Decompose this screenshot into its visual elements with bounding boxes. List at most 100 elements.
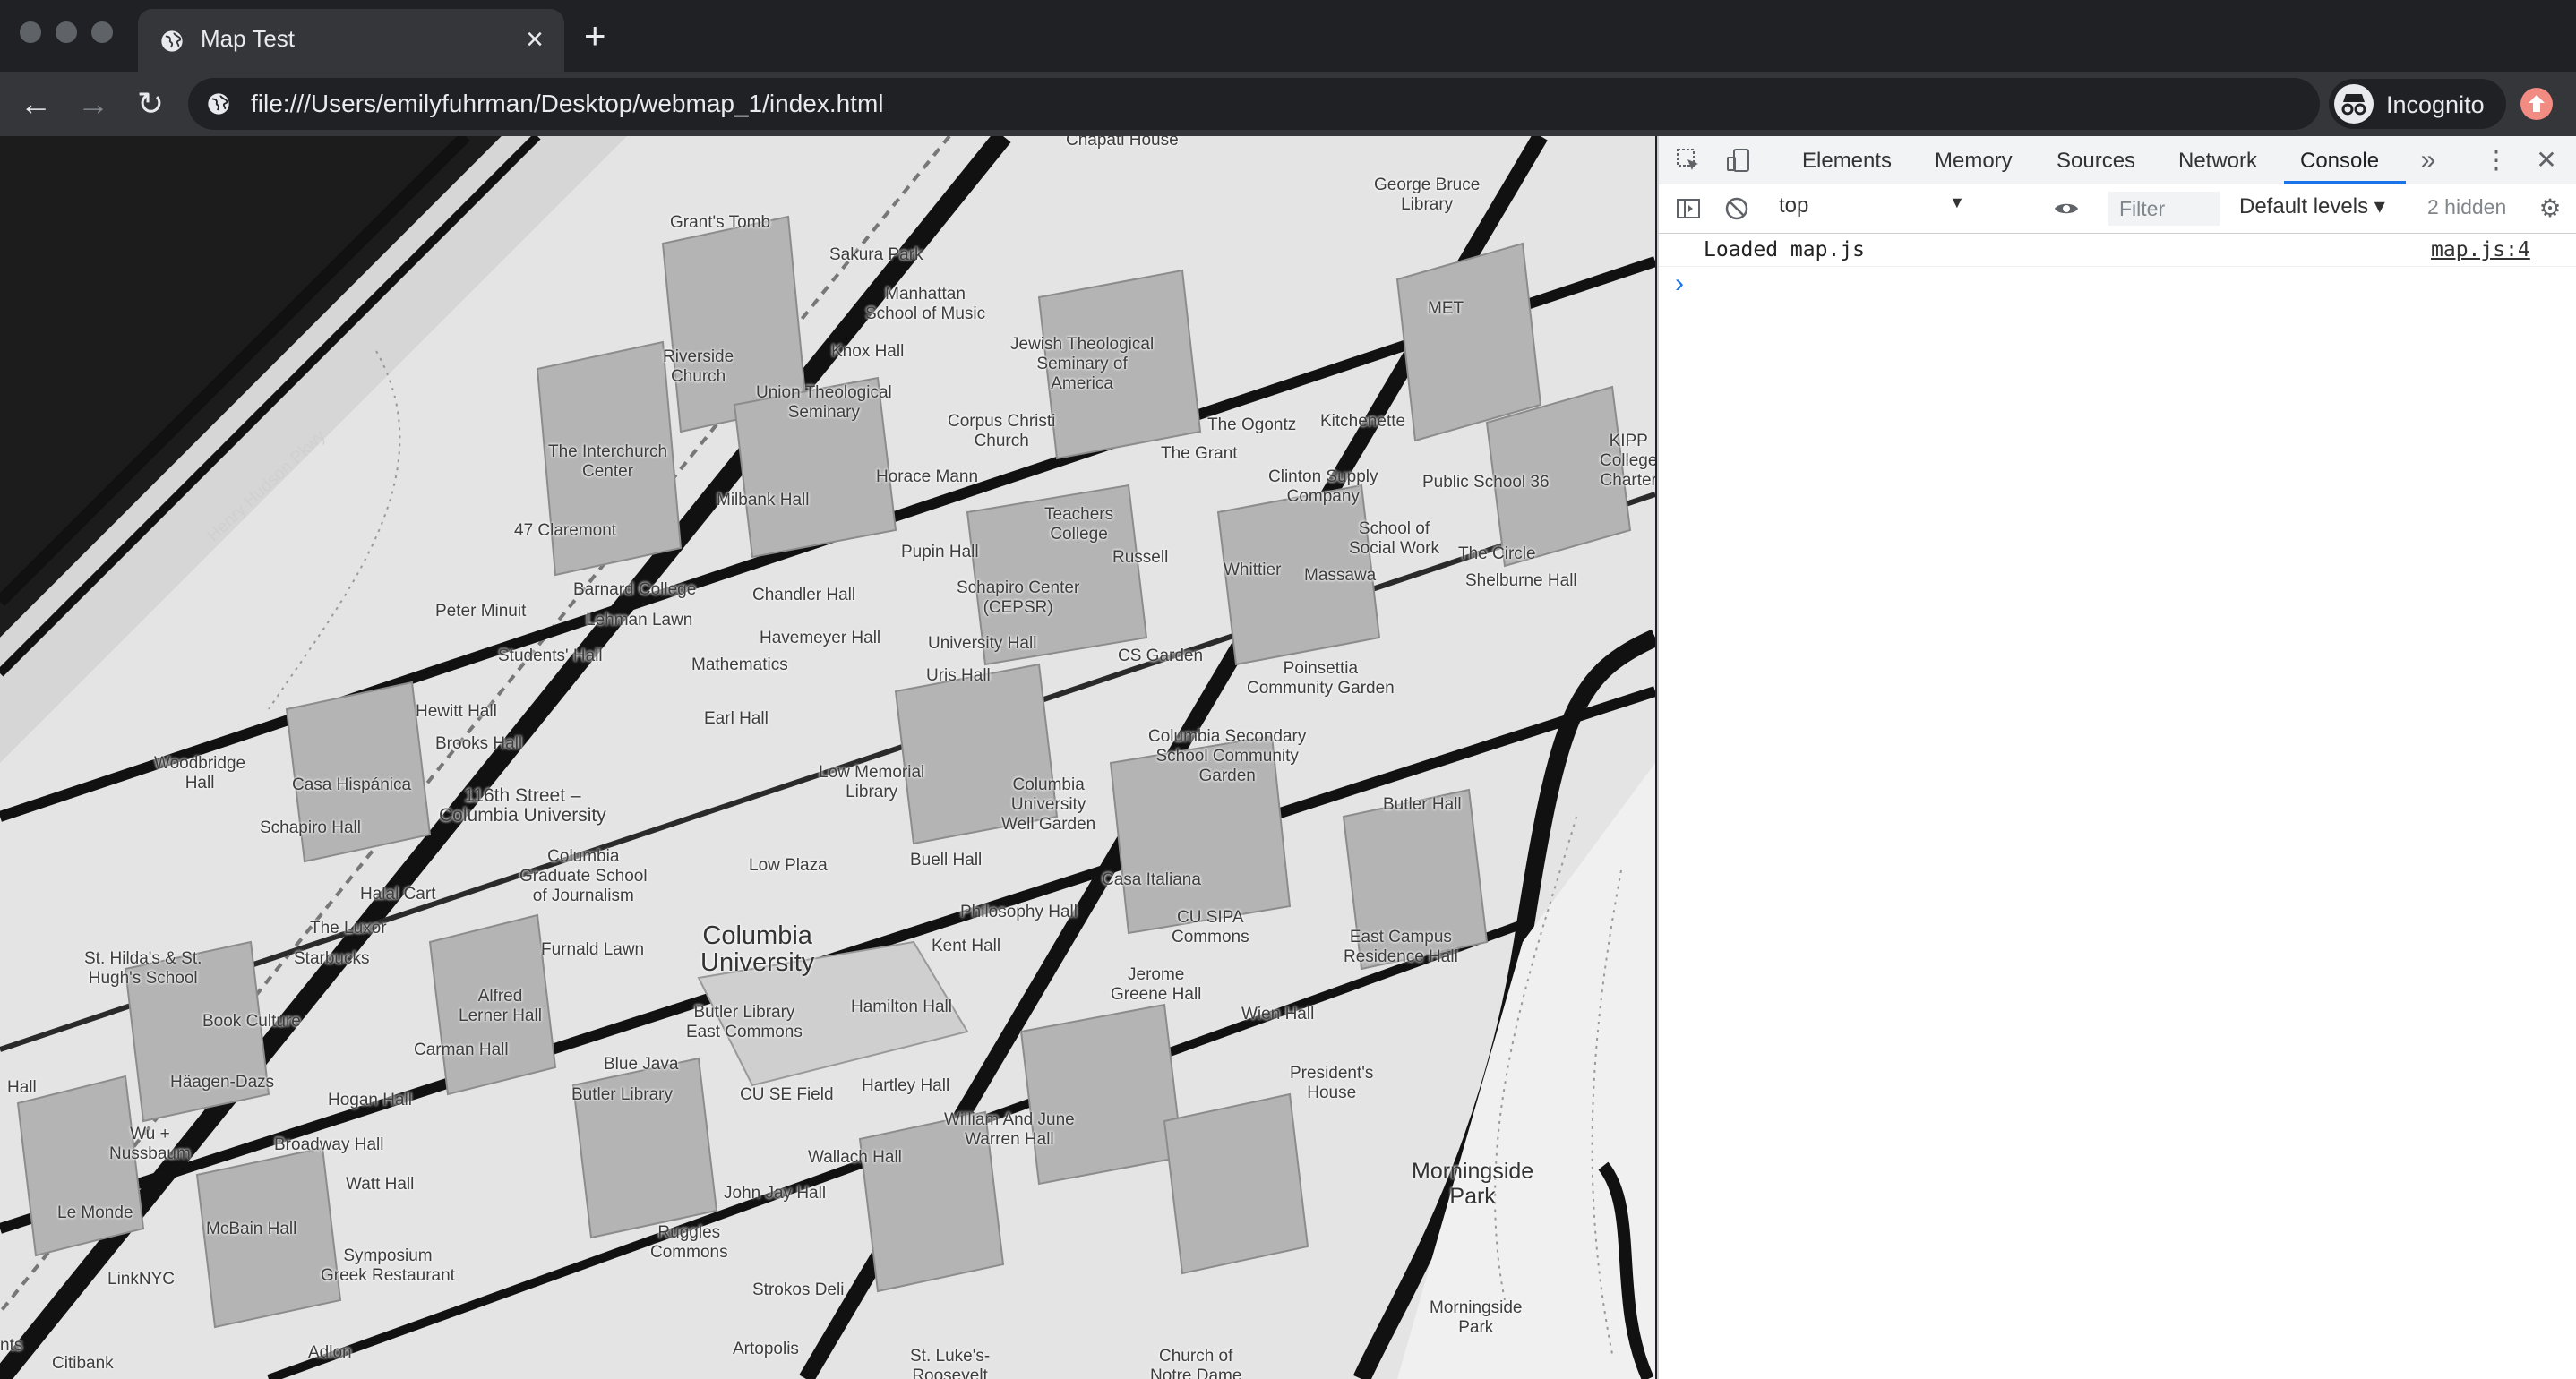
address-bar[interactable]: file:///Users/emilyfuhrman/Desktop/webma… — [188, 78, 2320, 130]
map-label: Whittier — [1224, 561, 1282, 579]
close-devtools-icon[interactable]: ✕ — [2533, 147, 2560, 174]
inspect-element-icon[interactable] — [1675, 147, 1702, 174]
sidebar-toggle-icon[interactable] — [1675, 195, 1702, 222]
browser-toolbar: ← → ↻ file:///Users/emilyfuhrman/Desktop… — [0, 72, 2576, 136]
map-label: Häagen-Dazs — [170, 1073, 275, 1092]
back-icon[interactable]: ← — [14, 82, 57, 125]
map-label: Philosophy Hall — [960, 903, 1078, 921]
map-label: Grant's Tomb — [670, 213, 771, 232]
incognito-icon — [2334, 84, 2374, 124]
map-label: The Luxor — [310, 919, 387, 938]
map-label: Pupin Hall — [901, 543, 979, 561]
map-label: Carman Hall — [414, 1041, 509, 1059]
map-label: Hartley Hall — [862, 1076, 950, 1095]
clear-console-icon[interactable] — [1723, 195, 1750, 222]
map-label: 116th Street – Columbia University — [439, 785, 606, 826]
devtools-tab-bar: Elements Memory Sources Network Console … — [1659, 136, 2576, 185]
map-label: Low Memorial Library — [819, 763, 925, 801]
map-label: Blue Java — [604, 1055, 679, 1074]
map-label: Shelburne Hall — [1465, 571, 1577, 590]
devtools-panel: Elements Memory Sources Network Console … — [1657, 136, 2576, 1379]
hidden-messages-count: 2 hidden — [2427, 195, 2507, 218]
map-label: Broadway Hall — [274, 1135, 384, 1154]
browser-tab[interactable]: Map Test × — [138, 9, 564, 72]
log-levels-dropdown[interactable]: Default levels ▾ — [2239, 193, 2385, 219]
globe-icon — [208, 93, 229, 115]
tab-console[interactable]: Console — [2300, 149, 2379, 174]
map-label: Butler Hall — [1383, 795, 1462, 814]
map-label: Wu + Nussbaum — [109, 1125, 191, 1163]
console-log-message: Loaded map.js — [1704, 238, 1866, 261]
map-label: The Circle — [1458, 544, 1536, 563]
map-label: Union Theological Seminary — [756, 383, 892, 422]
more-tabs-icon[interactable]: » — [2415, 147, 2442, 174]
map-label: Clinton Supply Company — [1268, 467, 1378, 506]
map-label: Riverside Church — [663, 347, 734, 386]
maximize-window-button[interactable] — [91, 21, 113, 43]
map-label-columbia: Columbia University — [700, 921, 815, 977]
tab-close-icon[interactable]: × — [521, 21, 548, 57]
forward-icon[interactable]: → — [72, 82, 115, 125]
map-label: Jerome Greene Hall — [1111, 965, 1202, 1004]
minimize-window-button[interactable] — [56, 21, 77, 43]
map-label: Peter Minuit — [435, 602, 527, 621]
settings-gear-icon[interactable]: ⚙ — [2537, 195, 2563, 222]
map-label: Furnald Lawn — [541, 940, 645, 959]
map-label: Casa Italiana — [1102, 870, 1201, 889]
map-label: CS Garden — [1118, 647, 1204, 665]
map-label: Buell Hall — [910, 851, 983, 869]
map-label: Hogan Hall — [328, 1091, 412, 1109]
map-label: Artopolis — [733, 1340, 799, 1358]
context-value: top — [1779, 193, 1809, 218]
map-label: Poinsettia Community Garden — [1247, 659, 1395, 698]
console-filter-input[interactable]: Filter — [2108, 192, 2220, 226]
map-canvas[interactable]: Chapati House George Bruce Library Grant… — [0, 136, 1655, 1379]
map-label: Butler Library East Commons — [686, 1003, 803, 1041]
incognito-label: Incognito — [2386, 91, 2485, 118]
map-label: George Bruce Library — [1374, 176, 1481, 214]
map-label: Ruggles Commons — [650, 1223, 728, 1262]
eye-icon[interactable] — [2053, 195, 2080, 222]
map-label: Kitchenette — [1320, 412, 1406, 431]
profile-avatar-icon[interactable] — [2520, 88, 2553, 120]
map-label: Symposium Greek Restaurant — [321, 1246, 455, 1285]
tab-sources[interactable]: Sources — [2057, 149, 2135, 174]
map-label: The Grant — [1161, 444, 1238, 463]
filter-placeholder: Filter — [2119, 197, 2166, 220]
close-window-button[interactable] — [20, 21, 41, 43]
map-label: Teachers College — [1044, 505, 1114, 544]
reload-icon[interactable]: ↻ — [129, 82, 172, 125]
map-label: Columbia Graduate School of Journalism — [519, 847, 648, 905]
log-divider — [1659, 266, 2576, 267]
console-prompt-icon[interactable]: › — [1675, 269, 1684, 299]
url-text[interactable]: file:///Users/emilyfuhrman/Desktop/webma… — [251, 90, 884, 118]
kebab-menu-icon[interactable]: ⋮ — [2483, 147, 2510, 174]
map-label: MET — [1428, 299, 1464, 318]
tab-elements[interactable]: Elements — [1802, 149, 1892, 174]
map-label: Hamilton Hall — [851, 998, 952, 1016]
map-label: Sakura Park — [829, 245, 923, 264]
tab-memory[interactable]: Memory — [1935, 149, 2013, 174]
map-label: Alfred Lerner Hall — [459, 987, 542, 1025]
incognito-badge[interactable]: Incognito — [2329, 79, 2506, 129]
tab-network[interactable]: Network — [2178, 149, 2257, 174]
map-label: St. Hilda's & St. Hugh's School — [84, 949, 202, 988]
map-label: Columbia Secondary School Community Gard… — [1148, 727, 1307, 785]
map-label: Book Culture — [202, 1012, 301, 1031]
map-label: Public School 36 — [1422, 473, 1550, 492]
map-label: East Campus Residence Hall — [1344, 928, 1458, 966]
map-label: Adlon — [308, 1343, 352, 1362]
map-label: Corpus Christi Church — [948, 412, 1056, 450]
new-tab-button[interactable]: + — [584, 16, 606, 56]
context-select[interactable]: top ▼ — [1779, 193, 1969, 224]
map-label: President's House — [1290, 1064, 1374, 1102]
map-label: nts — [0, 1336, 23, 1355]
map-label: Wallach Hall — [808, 1148, 902, 1167]
map-label: Butler Library — [571, 1085, 673, 1104]
map-label: Wien Hall — [1241, 1005, 1315, 1024]
map-label-park: Morningside Park — [1430, 1298, 1523, 1337]
device-toolbar-icon[interactable] — [1725, 147, 1752, 174]
map-label: Schapiro Center (CEPSR) — [957, 578, 1080, 617]
console-log-source-link[interactable]: map.js:4 — [2431, 238, 2530, 261]
map-label: School of Social Work — [1349, 519, 1440, 558]
